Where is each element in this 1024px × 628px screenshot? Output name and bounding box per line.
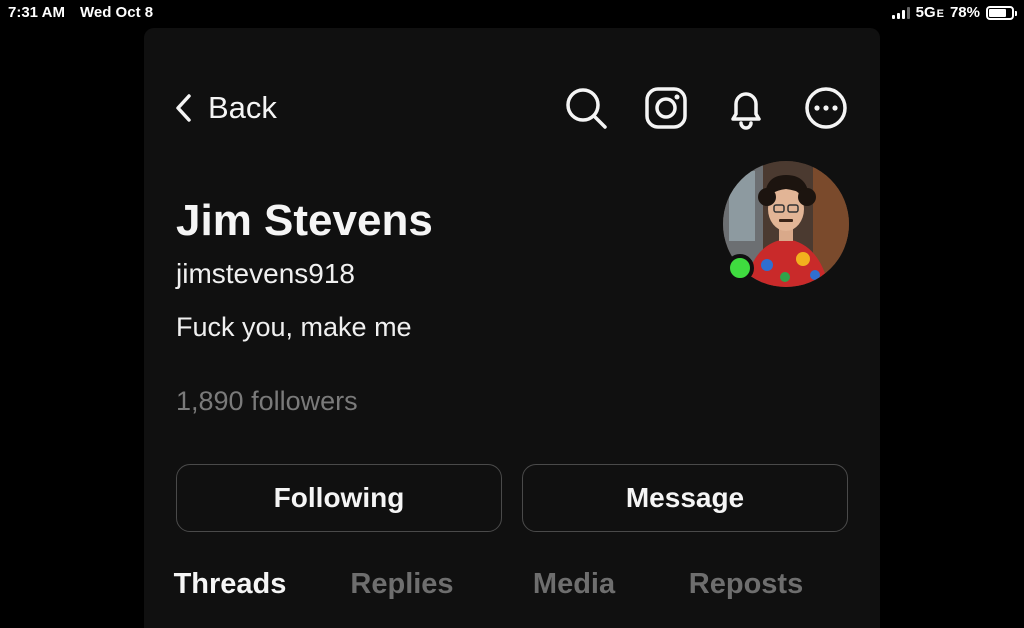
tab-reposts[interactable]: Reposts [660, 568, 832, 601]
tab-threads[interactable]: Threads [144, 568, 316, 601]
profile-name: Jim Stevens [176, 196, 433, 245]
profile-bio: Fuck you, make me [176, 312, 412, 342]
message-button[interactable]: Message [522, 464, 848, 532]
status-time: 7:31 AM [8, 4, 65, 21]
chevron-left-icon [176, 94, 191, 122]
network-label: 5GE [915, 4, 944, 21]
tab-replies[interactable]: Replies [316, 568, 488, 601]
profile-tabs: Threads Replies Media Reposts [144, 568, 880, 601]
header-actions [564, 86, 848, 130]
battery-percent: 78% [949, 4, 980, 21]
instagram-icon[interactable] [644, 86, 688, 130]
signal-icon [891, 6, 910, 19]
followers-count[interactable]: 1,890 followers [176, 386, 358, 417]
online-status-dot [726, 254, 754, 282]
bell-icon[interactable] [724, 86, 768, 130]
profile-panel: Back Jim Stevens jimstevens918 Fuck you,… [144, 28, 880, 628]
back-label: Back [208, 90, 277, 125]
back-button[interactable]: Back [174, 90, 277, 126]
status-bar: 7:31 AM Wed Oct 8 5GE 78% [0, 0, 1024, 26]
battery-icon [986, 5, 1017, 20]
tab-media[interactable]: Media [488, 568, 660, 601]
status-date: Wed Oct 8 [80, 4, 154, 21]
following-button[interactable]: Following [176, 464, 502, 532]
profile-handle: jimstevens918 [176, 258, 355, 289]
search-icon[interactable] [564, 86, 608, 130]
more-icon[interactable] [804, 86, 848, 130]
status-indicators: 5GE 78% [891, 4, 1017, 21]
